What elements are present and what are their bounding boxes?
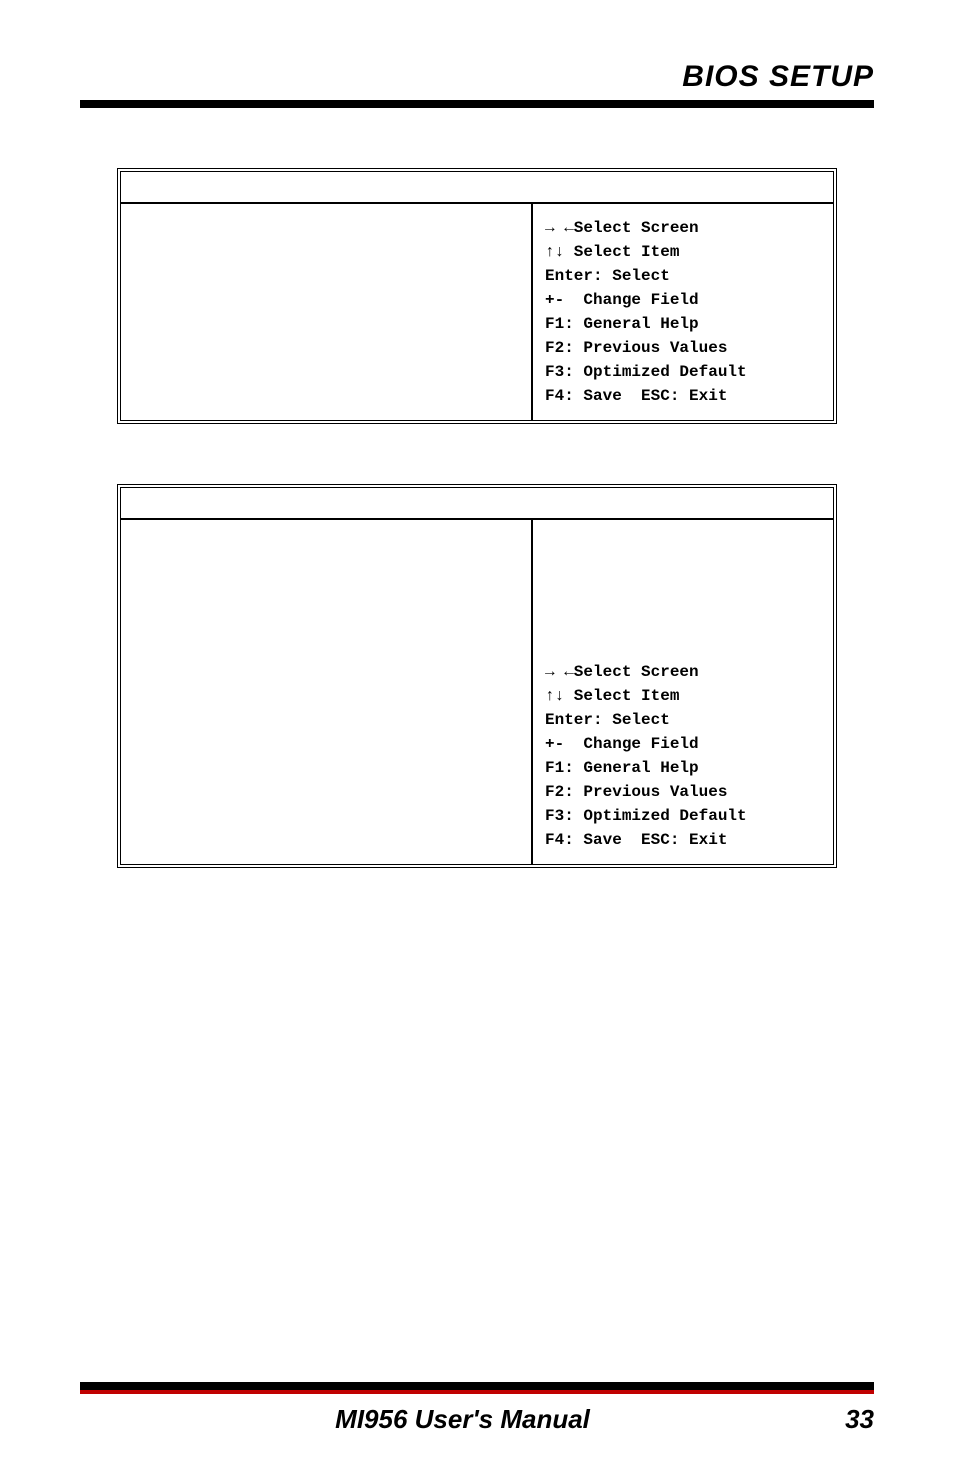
help-line: F4: Save ESC: Exit: [545, 831, 727, 849]
help-line: F4: Save ESC: Exit: [545, 387, 727, 405]
bios-panel-2-help: → ←Select Screen ↑↓ Select Item Enter: S…: [533, 520, 833, 864]
bios-panel-2-header: [121, 488, 833, 520]
bios-panel-1-body: → ←Select Screen ↑↓ Select Item Enter: S…: [121, 204, 833, 420]
help-line: F2: Previous Values: [545, 783, 727, 801]
help-line: F1: General Help: [545, 315, 699, 333]
footer-rule: [80, 1382, 874, 1390]
page-number: 33: [845, 1404, 874, 1435]
footer-title: MI956 User's Manual: [335, 1404, 590, 1435]
page-footer: MI956 User's Manual 33: [0, 1382, 954, 1435]
help-line: Enter: Select: [545, 267, 670, 285]
help-line: F1: General Help: [545, 759, 699, 777]
bios-panel-1-help: → ←Select Screen ↑↓ Select Item Enter: S…: [533, 204, 833, 420]
page-header: BIOS SETUP: [80, 60, 874, 94]
bios-panel-1-header: [121, 172, 833, 204]
help-line: → ←Select Screen: [545, 663, 699, 681]
footer-row: MI956 User's Manual 33: [80, 1404, 874, 1435]
help-line: Enter: Select: [545, 711, 670, 729]
help-line: F2: Previous Values: [545, 339, 727, 357]
help-line: ↑↓ Select Item: [545, 243, 679, 261]
help-line: F3: Optimized Default: [545, 807, 747, 825]
header-rule: [80, 100, 874, 108]
bios-panel-2: → ←Select Screen ↑↓ Select Item Enter: S…: [117, 484, 837, 868]
bios-panel-2-left: [121, 520, 533, 864]
help-line: +- Change Field: [545, 735, 699, 753]
bios-panel-1-left: [121, 204, 533, 420]
help-line: F3: Optimized Default: [545, 363, 747, 381]
bios-panel-2-body: → ←Select Screen ↑↓ Select Item Enter: S…: [121, 520, 833, 864]
help-line: +- Change Field: [545, 291, 699, 309]
bios-panel-1: → ←Select Screen ↑↓ Select Item Enter: S…: [117, 168, 837, 424]
help-line: → ←Select Screen: [545, 219, 699, 237]
page: BIOS SETUP → ←Select Screen ↑↓ Select It…: [0, 0, 954, 1475]
footer-accent: [80, 1390, 874, 1394]
help-line: ↑↓ Select Item: [545, 687, 679, 705]
